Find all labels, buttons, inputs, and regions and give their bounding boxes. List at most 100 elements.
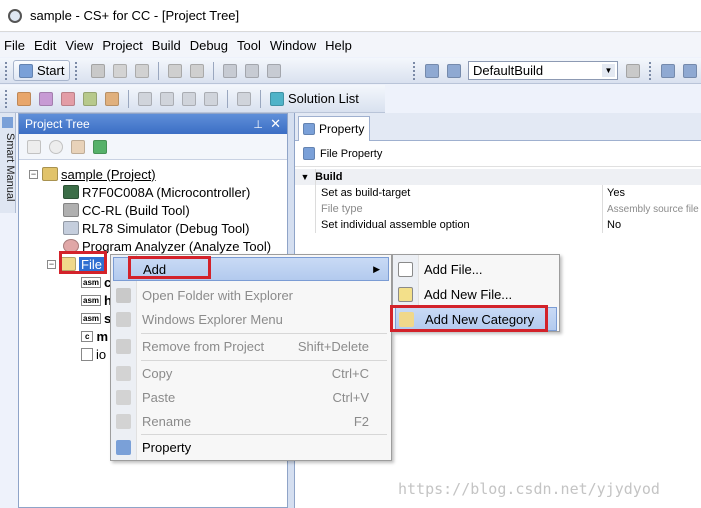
- build-config-value: DefaultBuild: [473, 63, 544, 78]
- menu-bar: File Edit View Project Build Debug Tool …: [0, 33, 701, 57]
- remove-icon: [116, 338, 131, 354]
- menu-item-copy[interactable]: Copy Ctrl+C: [111, 361, 391, 385]
- menu-item-paste[interactable]: Paste Ctrl+V: [111, 385, 391, 409]
- context-menu: Add ▶ Open Folder with Explorer Windows …: [110, 254, 392, 461]
- menu-debug[interactable]: Debug: [190, 38, 228, 53]
- tree-file-child[interactable]: asm s: [81, 309, 111, 327]
- menu-item-rename[interactable]: Rename F2: [111, 409, 391, 433]
- toolbar-separator: [158, 61, 160, 80]
- download-icon[interactable]: [661, 63, 675, 78]
- menu-file[interactable]: File: [4, 38, 25, 53]
- menu-item-label: Add New File...: [424, 286, 513, 302]
- collapse-icon[interactable]: −: [47, 259, 56, 269]
- tool-icon-10[interactable]: [237, 91, 251, 106]
- tool-icon-1[interactable]: [17, 91, 31, 106]
- chevron-right-icon: ▶: [373, 263, 380, 274]
- menu-tool[interactable]: Tool: [237, 38, 261, 53]
- property-value: Assembly source file: [607, 203, 699, 215]
- pin-icon[interactable]: ⊥: [253, 118, 263, 131]
- tree-item-debug-tool[interactable]: RL78 Simulator (Debug Tool): [63, 219, 249, 237]
- find-next-icon[interactable]: [245, 63, 260, 78]
- user-icon[interactable]: [71, 139, 85, 154]
- redo-icon[interactable]: [190, 63, 205, 78]
- title-bar: sample - CS+ for CC - [Project Tree]: [0, 0, 701, 32]
- rebuild-icon[interactable]: [447, 63, 461, 78]
- menu-item-property[interactable]: Property: [111, 435, 391, 459]
- collapse-icon[interactable]: −: [29, 169, 38, 179]
- build-config-select[interactable]: DefaultBuild ▼: [468, 61, 618, 80]
- property-row[interactable]: Set individual assemble option No: [295, 217, 701, 233]
- property-row[interactable]: File type Assembly source file: [295, 201, 701, 217]
- history-icon[interactable]: [49, 139, 63, 154]
- find-icon[interactable]: [223, 63, 238, 78]
- cut-icon[interactable]: [91, 63, 106, 78]
- property-row[interactable]: Set as build-target Yes: [295, 185, 701, 201]
- menu-edit[interactable]: Edit: [34, 38, 56, 53]
- property-name: Set as build-target: [321, 187, 411, 199]
- tree-item-label: R7F0C008A (Microcontroller): [82, 184, 251, 200]
- rename-icon: [116, 413, 131, 429]
- refresh-icon[interactable]: [93, 139, 107, 154]
- smart-manual-tab[interactable]: Smart Manual: [0, 113, 16, 213]
- menu-help[interactable]: Help: [325, 38, 352, 53]
- undo-icon[interactable]: [168, 63, 183, 78]
- tool-icon-3[interactable]: [61, 91, 75, 106]
- tree-file-child[interactable]: c m: [81, 327, 108, 345]
- toolbar-main: Start DefaultBuild ▼: [0, 58, 701, 84]
- hammer-icon[interactable]: [626, 63, 640, 78]
- tool-icon-9[interactable]: [204, 91, 218, 106]
- replace-icon[interactable]: [267, 63, 282, 78]
- submenu-item-add-file[interactable]: Add File...: [393, 257, 559, 281]
- toolbar-grip: [5, 89, 8, 108]
- copy-icon[interactable]: [113, 63, 128, 78]
- tree-item-project[interactable]: − sample (Project): [29, 165, 156, 183]
- solution-list-button[interactable]: Solution List: [266, 91, 359, 106]
- tree-file-child[interactable]: io: [81, 345, 106, 363]
- explorer-icon: [116, 311, 131, 327]
- property-grid: ▼ Build Set as build-target Yes File typ…: [295, 169, 701, 239]
- submenu-item-add-new-file[interactable]: Add New File...: [393, 282, 559, 306]
- start-button[interactable]: Start: [13, 60, 71, 81]
- menu-item-label: Open Folder with Explorer: [142, 287, 294, 303]
- menu-build[interactable]: Build: [152, 38, 181, 53]
- tool-icon-5[interactable]: [105, 91, 119, 106]
- tab-property[interactable]: Property: [298, 116, 370, 141]
- tool-icon-6[interactable]: [138, 91, 152, 106]
- grid-divider: [602, 185, 603, 233]
- menu-item-remove[interactable]: Remove from Project Shift+Delete: [111, 334, 391, 358]
- toolbar-grip: [649, 61, 652, 80]
- sort-icon[interactable]: [27, 139, 41, 154]
- tree-item-build-tool[interactable]: CC-RL (Build Tool): [63, 201, 190, 219]
- copy-icon: [116, 365, 131, 381]
- close-icon[interactable]: ✕: [270, 116, 281, 132]
- file-icon: [398, 261, 413, 277]
- folder-icon: [116, 287, 131, 303]
- highlight-file: [59, 251, 107, 274]
- menu-item-explorer-menu[interactable]: Windows Explorer Menu: [111, 307, 391, 331]
- tree-file-child[interactable]: asm h: [81, 291, 112, 309]
- window-title: sample - CS+ for CC - [Project Tree]: [30, 8, 240, 23]
- tool-icon-7[interactable]: [160, 91, 174, 106]
- property-section-build[interactable]: ▼ Build: [295, 169, 701, 185]
- tool-icon-4[interactable]: [83, 91, 97, 106]
- debug-build-icon[interactable]: [683, 63, 697, 78]
- tool-icon-2[interactable]: [39, 91, 53, 106]
- project-tree-title: Project Tree: [25, 117, 90, 131]
- project-icon: [42, 167, 58, 181]
- tool-icon-8[interactable]: [182, 91, 196, 106]
- start-icon: [19, 63, 33, 78]
- tree-item-microcontroller[interactable]: R7F0C008A (Microcontroller): [63, 183, 250, 201]
- menu-window[interactable]: Window: [270, 38, 316, 53]
- tree-file-child[interactable]: asm c: [81, 273, 111, 291]
- highlight-add-new-category: [390, 305, 548, 332]
- menu-item-label: Remove from Project: [142, 338, 265, 354]
- menu-item-shortcut: Shift+Delete: [297, 338, 369, 354]
- paste-icon[interactable]: [135, 63, 150, 78]
- menu-item-open-folder[interactable]: Open Folder with Explorer: [111, 283, 391, 307]
- property-name: Set individual assemble option: [321, 219, 470, 231]
- menu-view[interactable]: View: [65, 38, 93, 53]
- toolbar-grip: [413, 61, 416, 80]
- project-tree-toolbar: [19, 134, 287, 160]
- menu-project[interactable]: Project: [102, 38, 142, 53]
- build-icon[interactable]: [425, 63, 439, 78]
